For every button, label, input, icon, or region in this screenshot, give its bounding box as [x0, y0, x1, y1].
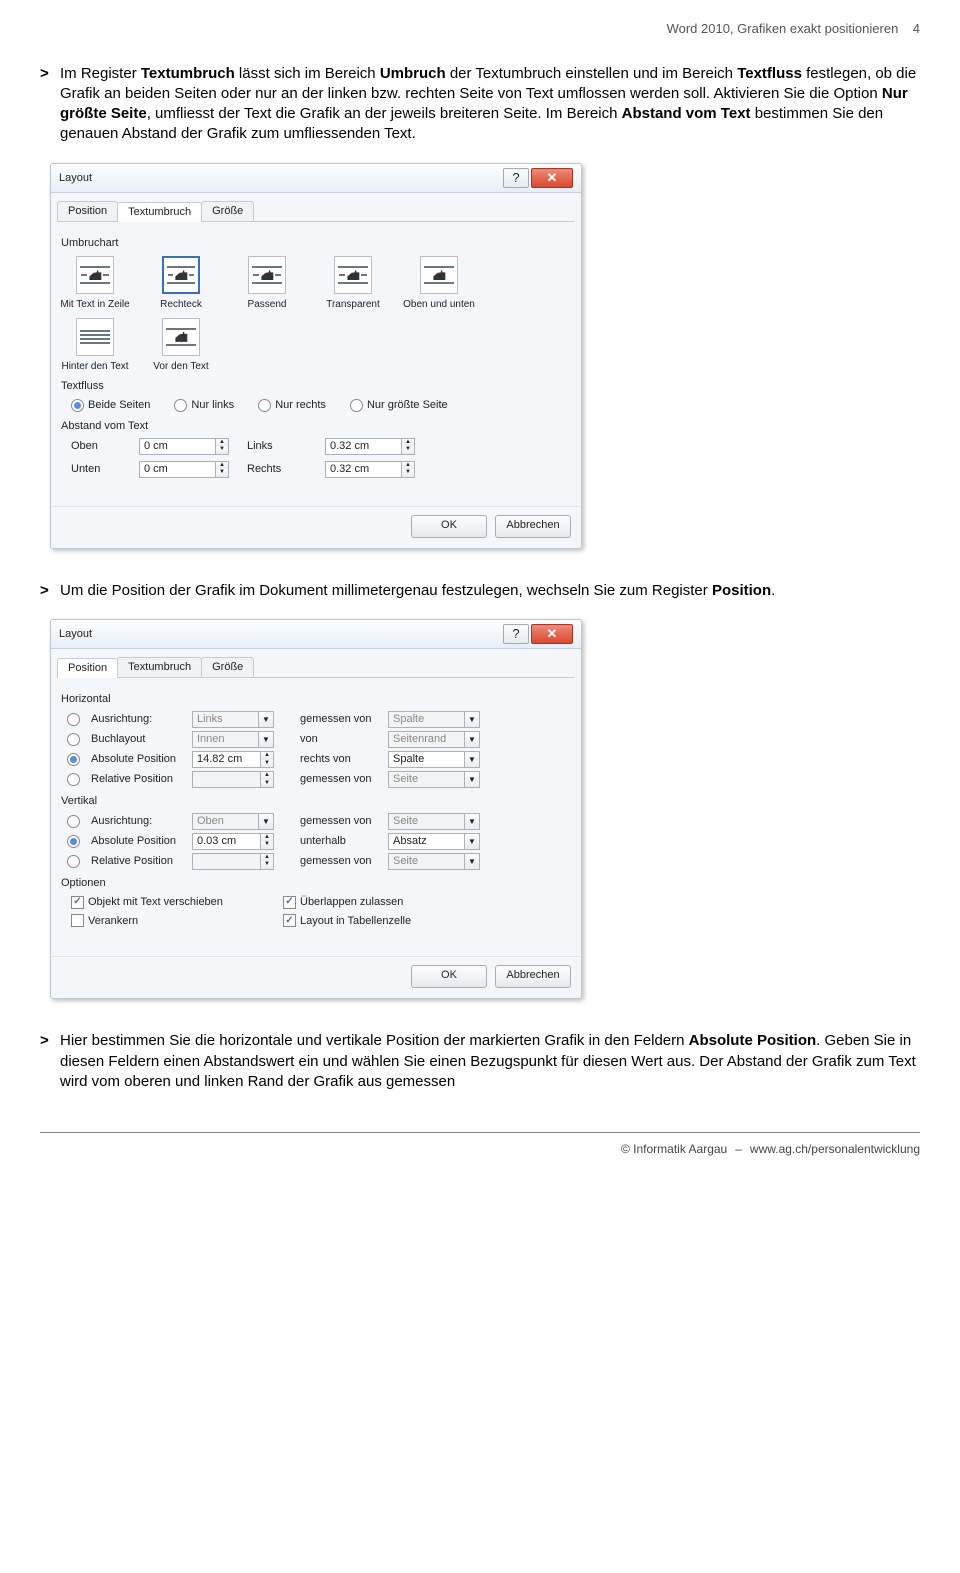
radio-v-absolute[interactable] — [67, 835, 80, 848]
field-h-rel[interactable]: ▲▼ — [192, 771, 274, 788]
combo-h-ref2[interactable]: Seitenrand▼ — [388, 731, 480, 748]
combo-h-buch[interactable]: Innen▼ — [192, 731, 274, 748]
radio-h-absolute[interactable] — [67, 753, 80, 766]
tab-groesse[interactable]: Größe — [201, 201, 254, 221]
group-vertical: Vertikal — [61, 794, 571, 809]
radio-h-ausrichtung[interactable] — [67, 713, 80, 726]
group-umbruchart: Umbruchart — [61, 236, 571, 251]
wrap-inline[interactable]: Mit Text in Zeile — [67, 256, 123, 312]
footer-copyright: © Informatik Aargau — [621, 1141, 727, 1157]
combo-v-ref2[interactable]: Absatz▼ — [388, 833, 480, 850]
dialog-title: Layout — [59, 164, 501, 192]
help-button[interactable]: ? — [503, 168, 529, 188]
radio-nur-links[interactable]: Nur links — [174, 398, 234, 413]
tab-position[interactable]: Position — [57, 201, 118, 221]
group-options: Optionen — [61, 876, 571, 891]
field-h-abs[interactable]: 14.82 cm▲▼ — [192, 751, 274, 768]
combo-v-ref3[interactable]: Seite▼ — [388, 853, 480, 870]
header-page: 4 — [913, 21, 920, 36]
combo-h-ref4[interactable]: Seite▼ — [388, 771, 480, 788]
group-textfluss: Textfluss — [61, 379, 571, 394]
chk-allow-overlap[interactable]: Überlappen zulassen — [283, 895, 483, 910]
wrap-through[interactable]: Transparent — [325, 256, 381, 312]
combo-h-ref1[interactable]: Spalte▼ — [388, 711, 480, 728]
label-rechts: Rechts — [247, 462, 307, 477]
cancel-button[interactable]: Abbrechen — [495, 515, 571, 538]
radio-v-relative[interactable] — [67, 855, 80, 868]
field-v-abs[interactable]: 0.03 cm▲▼ — [192, 833, 274, 850]
tab-textumbruch[interactable]: Textumbruch — [117, 202, 202, 222]
paragraph-2: > Um die Position der Grafik im Dokument… — [40, 581, 920, 601]
combo-v-ref1[interactable]: Seite▼ — [388, 813, 480, 830]
label-oben: Oben — [71, 439, 121, 454]
footer-url: www.ag.ch/personalentwicklung — [750, 1141, 920, 1157]
field-v-rel[interactable]: ▲▼ — [192, 853, 274, 870]
tab-textumbruch[interactable]: Textumbruch — [117, 657, 202, 677]
paragraph-1: > Im Register Textumbruch lässt sich im … — [40, 64, 920, 145]
dialog-title: Layout — [59, 620, 501, 648]
chk-layout-in-cell[interactable]: Layout in Tabellenzelle — [283, 914, 483, 929]
radio-h-relative[interactable] — [67, 773, 80, 786]
ok-button[interactable]: OK — [411, 965, 487, 988]
label-unten: Unten — [71, 462, 121, 477]
page-footer: © Informatik Aargau – www.ag.ch/personal… — [40, 1132, 920, 1157]
close-button[interactable]: ✕ — [531, 624, 573, 644]
wrap-behind[interactable]: Hinter den Text — [67, 318, 123, 374]
wrap-front[interactable]: Vor den Text — [153, 318, 209, 374]
field-oben[interactable]: 0 cm▲▼ — [139, 438, 229, 455]
combo-h-ref3[interactable]: Spalte▼ — [388, 751, 480, 768]
tab-position[interactable]: Position — [57, 658, 118, 678]
radio-nur-groesste[interactable]: Nur größte Seite — [350, 398, 448, 413]
header-title: Word 2010, Grafiken exakt positionieren — [667, 21, 899, 36]
group-horizontal: Horizontal — [61, 692, 571, 707]
combo-v-align[interactable]: Oben▼ — [192, 813, 274, 830]
field-links[interactable]: 0.32 cm▲▼ — [325, 438, 415, 455]
radio-v-ausrichtung[interactable] — [67, 815, 80, 828]
wrap-tight[interactable]: Passend — [239, 256, 295, 312]
layout-dialog-position: Layout ? ✕ Position Textumbruch Größe Ho… — [50, 619, 582, 999]
radio-h-buchlayout[interactable] — [67, 733, 80, 746]
field-rechts[interactable]: 0.32 cm▲▼ — [325, 461, 415, 478]
layout-dialog-textumbruch: Layout ? ✕ Position Textumbruch Größe Um… — [50, 163, 582, 549]
cancel-button[interactable]: Abbrechen — [495, 965, 571, 988]
label-links: Links — [247, 439, 307, 454]
chk-move-with-text[interactable]: Objekt mit Text verschieben — [71, 895, 271, 910]
radio-beide-seiten[interactable]: Beide Seiten — [71, 398, 150, 413]
group-abstand: Abstand vom Text — [61, 419, 571, 434]
ok-button[interactable]: OK — [411, 515, 487, 538]
chk-lock-anchor[interactable]: Verankern — [71, 914, 271, 929]
combo-h-align[interactable]: Links▼ — [192, 711, 274, 728]
page-header: Word 2010, Grafiken exakt positionieren … — [40, 20, 920, 38]
paragraph-3: > Hier bestimmen Sie die horizontale und… — [40, 1031, 920, 1092]
help-button[interactable]: ? — [503, 624, 529, 644]
wrap-topbottom[interactable]: Oben und unten — [411, 256, 467, 312]
wrap-square[interactable]: Rechteck — [153, 256, 209, 312]
tab-groesse[interactable]: Größe — [201, 657, 254, 677]
field-unten[interactable]: 0 cm▲▼ — [139, 461, 229, 478]
radio-nur-rechts[interactable]: Nur rechts — [258, 398, 326, 413]
close-button[interactable]: ✕ — [531, 168, 573, 188]
